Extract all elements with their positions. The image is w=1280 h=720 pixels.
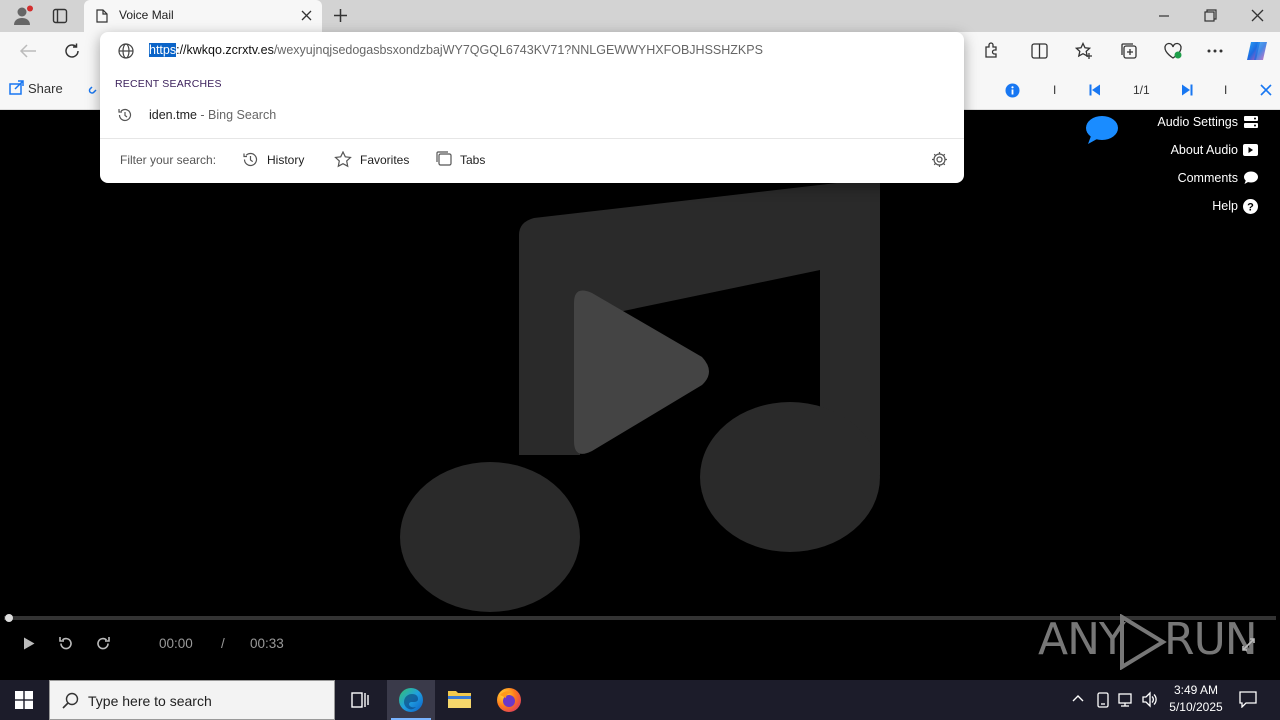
settings-icon — [1244, 116, 1258, 128]
more-options-icon[interactable] — [1207, 49, 1223, 53]
restore-icon[interactable] — [1204, 9, 1217, 22]
task-view-icon[interactable] — [350, 690, 370, 710]
comment-icon — [1244, 171, 1258, 184]
history-icon — [117, 107, 133, 123]
url-host: kwkqo.zcrxtv.es — [186, 43, 274, 57]
anyrun-watermark: ANY RUN — [1038, 606, 1258, 676]
rewind-icon[interactable] — [58, 636, 73, 651]
menu-help[interactable]: Help — [1104, 199, 1238, 213]
filter-tabs-label: Tabs — [460, 153, 486, 167]
firefox-icon[interactable] — [496, 687, 522, 713]
edge-icon — [399, 688, 423, 712]
play-icon[interactable] — [23, 637, 35, 650]
url-separator: :// — [176, 43, 187, 57]
network-icon[interactable] — [1118, 692, 1136, 708]
watermark-play-icon — [1120, 614, 1167, 670]
menu-comments[interactable]: Comments — [1104, 171, 1238, 185]
current-time: 00:00 — [159, 636, 193, 651]
menu-audio-settings[interactable]: Audio Settings — [1104, 115, 1238, 129]
filter-label: Filter your search: — [120, 153, 217, 167]
new-tab-icon[interactable] — [333, 8, 348, 23]
time-separator: / — [221, 636, 225, 651]
url-path: /wexyujnqjsedogasbsxondzbajWY7QGQL6743KV… — [273, 43, 763, 57]
progress-handle[interactable] — [5, 614, 13, 622]
clock[interactable]: 3:49 AM 5/10/2025 — [1165, 683, 1227, 714]
toolbar-separator-2: I — [1224, 83, 1228, 97]
search-placeholder: Type here to search — [88, 693, 212, 709]
file-explorer-icon[interactable] — [447, 688, 472, 710]
edge-taskbar-button[interactable] — [387, 680, 435, 720]
clock-time: 3:49 AM — [1173, 683, 1219, 697]
video-icon — [1243, 144, 1258, 156]
suggestion-item[interactable]: iden.tme - Bing Search — [149, 108, 276, 122]
toolbar-separator: I — [1053, 83, 1057, 97]
volume-icon[interactable] — [1141, 691, 1159, 708]
suggestion-text: iden.tme — [149, 108, 197, 122]
star-icon — [334, 151, 352, 168]
first-page-icon[interactable] — [1089, 84, 1101, 96]
audio-player[interactable]: Audio Settings About Audio Comments Help… — [4, 110, 1276, 676]
search-icon — [62, 692, 79, 709]
refresh-icon[interactable] — [63, 42, 81, 60]
watermark-left: ANY — [1038, 614, 1126, 665]
favorites-icon[interactable] — [1075, 42, 1093, 60]
menu-label: Audio Settings — [1157, 115, 1238, 129]
tab-title: Voice Mail — [119, 8, 174, 22]
forward-icon[interactable] — [96, 636, 111, 651]
close-window-icon[interactable] — [1251, 9, 1264, 22]
last-page-icon[interactable] — [1181, 84, 1193, 96]
url-scheme-selected: https — [149, 43, 177, 57]
link-icon[interactable] — [88, 81, 100, 95]
close-toolbar-icon[interactable] — [1260, 84, 1272, 96]
recent-searches-header: RECENT SEARCHES — [115, 78, 222, 90]
history-icon — [243, 152, 258, 167]
extensions-icon[interactable] — [983, 42, 1000, 59]
suggestion-source: - Bing Search — [196, 108, 277, 122]
globe-icon — [118, 43, 134, 59]
search-settings-icon[interactable] — [931, 151, 948, 168]
address-bar-dropdown: https://kwkqo.zcrxtv.es/wexyujnqjsedogas… — [100, 32, 964, 183]
share-icon[interactable] — [9, 80, 25, 95]
collections-icon[interactable] — [1120, 42, 1138, 60]
profile-icon[interactable] — [12, 5, 34, 27]
browser-essentials-icon[interactable] — [1163, 42, 1183, 60]
taskbar-search[interactable]: Type here to search — [49, 680, 335, 720]
duration: 00:33 — [250, 636, 284, 651]
menu-label: About Audio — [1170, 143, 1238, 157]
tabs-icon — [436, 151, 452, 166]
svg-text:?: ? — [1247, 202, 1254, 214]
fullscreen-icon[interactable] — [1241, 637, 1256, 652]
address-input[interactable]: https://kwkqo.zcrxtv.es/wexyujnqjsedogas… — [149, 43, 763, 57]
page-icon — [96, 9, 108, 23]
filter-history-label: History — [267, 153, 305, 167]
filter-favorites-label: Favorites — [360, 153, 410, 167]
minimize-icon[interactable] — [1158, 10, 1170, 22]
clock-date: 5/10/2025 — [1169, 700, 1223, 714]
notifications-icon[interactable] — [1239, 691, 1257, 708]
tab-voice-mail[interactable]: Voice Mail — [84, 0, 322, 32]
info-icon[interactable] — [1005, 83, 1020, 98]
dropdown-divider — [100, 138, 964, 139]
play-overlay-button[interactable] — [564, 285, 714, 460]
help-icon: ? — [1243, 199, 1258, 214]
share-button[interactable]: Share — [28, 81, 63, 96]
windows-start-icon[interactable] — [15, 691, 33, 709]
menu-about-audio[interactable]: About Audio — [1104, 143, 1238, 157]
close-tab-icon[interactable] — [301, 10, 312, 21]
tab-actions-icon[interactable] — [52, 8, 68, 24]
back-icon[interactable] — [19, 43, 37, 59]
tray-device-icon[interactable] — [1096, 692, 1110, 708]
menu-label: Comments — [1177, 171, 1238, 185]
page-counter: 1/1 — [1133, 83, 1150, 97]
split-screen-icon[interactable] — [1031, 43, 1048, 59]
copilot-icon[interactable] — [1245, 39, 1269, 63]
tray-chevron-icon[interactable] — [1072, 694, 1084, 702]
menu-label: Help — [1212, 199, 1238, 213]
